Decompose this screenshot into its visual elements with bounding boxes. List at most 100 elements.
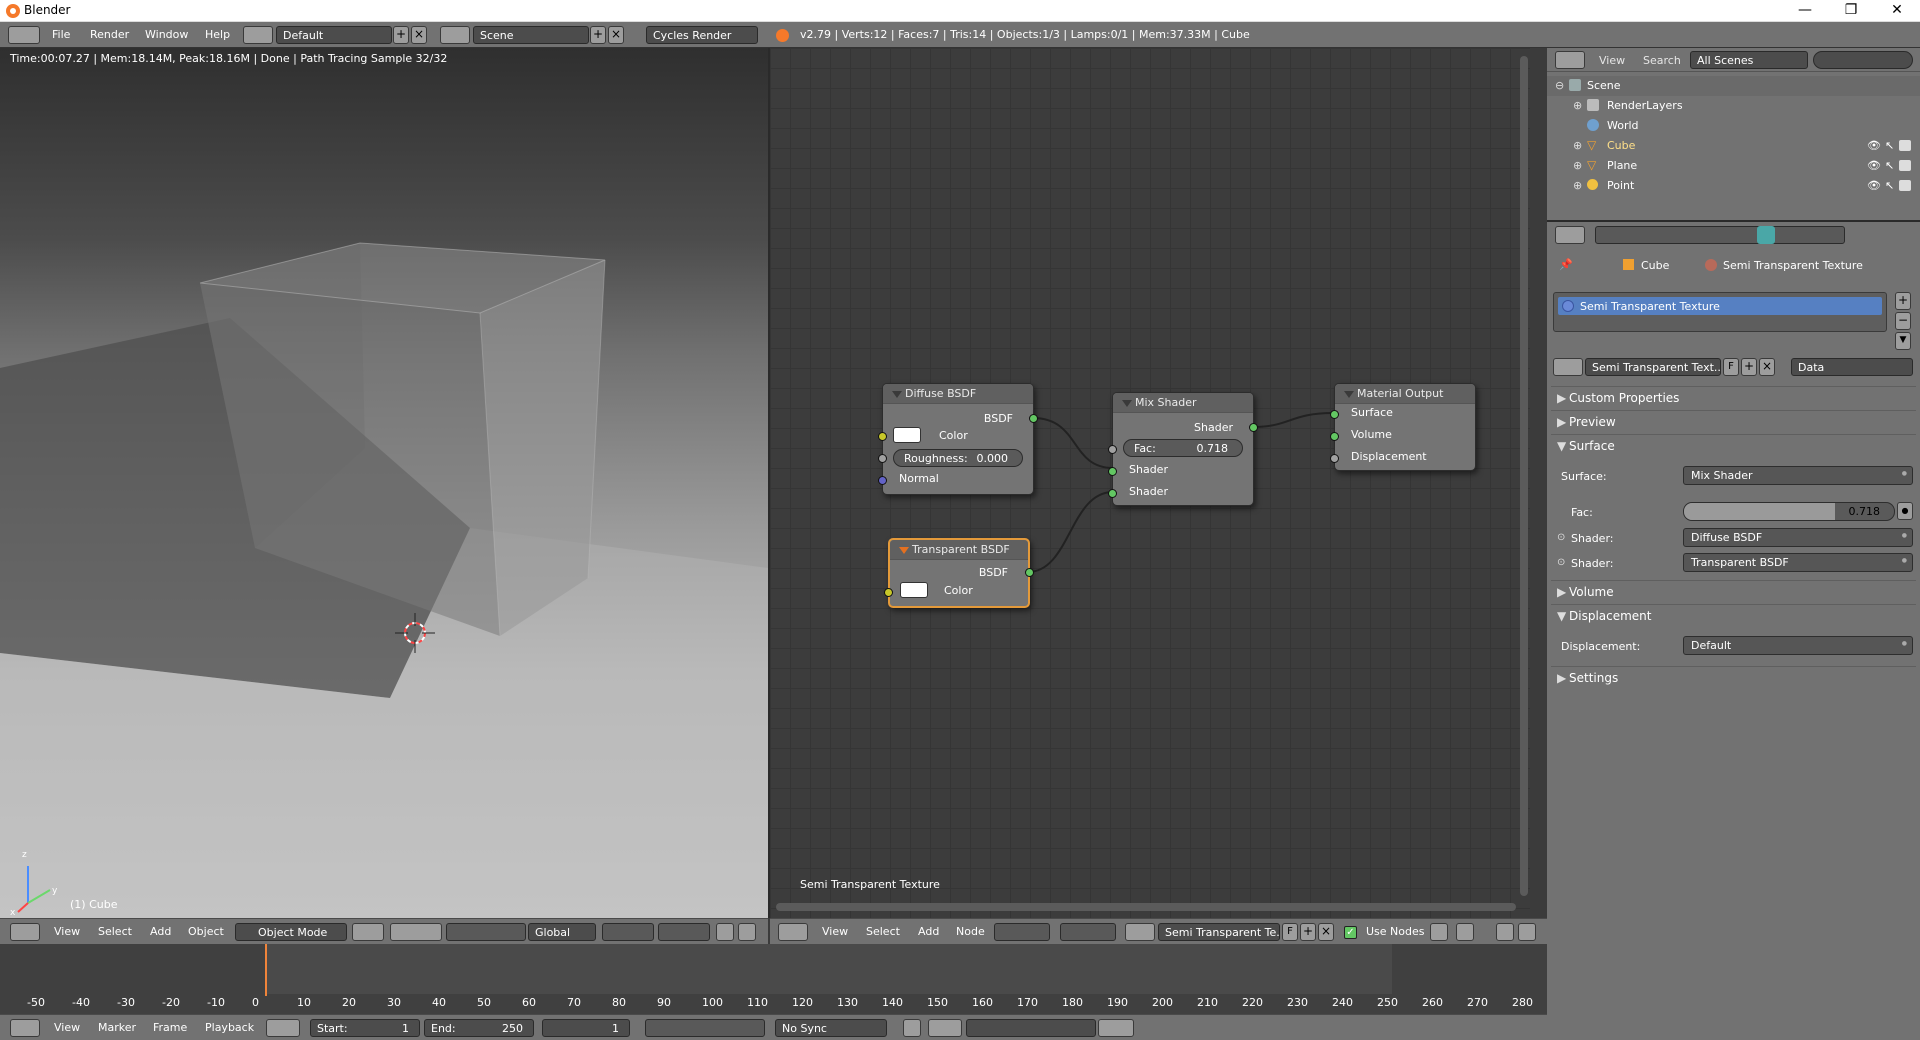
preview-range-icons[interactable] [266,1019,300,1037]
timeline[interactable]: -50 -40 -30 -20 -10 0 10 20 30 40 50 60 70 80 90 100 110… [0,944,1547,1014]
add-slot-button[interactable]: + [1895,292,1911,310]
snap-icon[interactable] [1430,923,1448,941]
layers-grid-2[interactable] [658,923,710,941]
node-output-displacement-socket[interactable] [1330,454,1339,463]
menu-window[interactable]: Window [145,28,188,41]
node-editor-v-scrollbar[interactable] [1520,56,1528,896]
node-diffuse-normal-socket[interactable] [878,476,887,485]
editor-type-info-icon[interactable] [8,26,40,44]
outliner-search-field[interactable] [1813,51,1913,69]
visibility-eye-icon[interactable]: 👁 [1867,179,1881,192]
expand-icon[interactable]: ⊕ [1573,159,1582,172]
node-mix-shader[interactable]: Mix Shader Shader Fac: 0.718 Shader Shad… [1108,392,1258,506]
properties-fake-user-button[interactable]: F [1723,358,1739,376]
node-mix-shader-output-socket[interactable] [1249,423,1258,432]
outliner-menu-search[interactable]: Search [1643,54,1681,67]
node-diffuse-color-swatch[interactable] [893,427,921,443]
viewport-menu-object[interactable]: Object [188,925,224,938]
render-copy-icon[interactable] [1518,923,1536,941]
node-mix-shader1-socket[interactable] [1108,467,1117,476]
outliner-item-renderlayers[interactable]: ⊕ RenderLayers [1547,96,1920,116]
outliner-item-plane[interactable]: ⊕ ▽ Plane 👁 ↖ [1547,156,1920,176]
menu-file[interactable]: File [52,28,70,41]
panel-surface[interactable]: ▼ Surface [1551,434,1916,456]
selectable-cursor-icon[interactable]: ↖ [1885,159,1894,172]
panel-displacement[interactable]: ▼ Displacement [1551,604,1916,626]
insert-keyframe-icons[interactable] [1098,1019,1134,1037]
node-transparent-bsdf[interactable]: Transparent BSDF BSDF Color [884,538,1034,608]
outliner-item-scene[interactable]: ⊖ Scene [1547,76,1920,96]
3d-viewport[interactable]: Time:00:07.27 | Mem:18.14M, Peak:18.16M … [0,48,768,918]
expand-icon[interactable]: ⊕ [1573,99,1582,112]
render-preview-icon[interactable] [738,923,756,941]
selectable-cursor-icon[interactable]: ↖ [1885,179,1894,192]
shader-source-icons[interactable] [1060,923,1116,941]
expand-icon[interactable]: ⊕ [1573,139,1582,152]
fac-link-button[interactable]: ● [1897,502,1913,520]
outliner-display-mode-select[interactable]: All Scenes [1690,51,1808,69]
node-editor-h-scrollbar[interactable] [776,903,1516,911]
sync-mode-select[interactable]: No Sync [775,1019,887,1037]
properties-material-field[interactable]: Semi Transparent Text... [1585,358,1721,376]
pivot-point-icon[interactable] [390,923,442,941]
displacement-select[interactable]: Default [1683,636,1913,655]
material-browse-icon[interactable] [1553,358,1583,376]
timeline-menu-playback[interactable]: Playback [205,1021,254,1034]
remove-slot-button[interactable]: − [1895,312,1911,330]
visibility-eye-icon[interactable]: 👁 [1867,139,1881,152]
editor-type-3dview-icon[interactable] [10,923,40,941]
keying-set-field[interactable] [966,1019,1096,1037]
scene-icon[interactable] [440,26,470,44]
node-diffuse-header[interactable]: Diffuse BSDF [883,384,1033,404]
slot-menu-button[interactable]: ▼ [1895,332,1911,350]
record-icon[interactable] [903,1019,921,1037]
material-tab-icon[interactable] [1757,226,1775,244]
shading-mode-icon[interactable] [352,923,384,941]
node-fake-user-button[interactable]: F [1282,923,1298,941]
menu-help[interactable]: Help [205,28,230,41]
node-menu-select[interactable]: Select [866,925,900,938]
playhead-marker[interactable] [264,944,267,996]
editor-type-properties-icon[interactable] [1555,226,1585,244]
editor-type-outliner-icon[interactable] [1555,51,1585,69]
node-mix-header[interactable]: Mix Shader [1113,393,1253,413]
panel-settings[interactable]: ▶ Settings [1551,666,1916,688]
timeline-menu-view[interactable]: View [54,1021,80,1034]
node-diffuse-bsdf-socket[interactable] [1029,414,1038,423]
add-screen-button[interactable]: + [393,26,409,44]
panel-preview[interactable]: ▶ Preview [1551,410,1916,432]
node-transparent-bsdf-socket[interactable] [1025,568,1034,577]
node-transparent-color-swatch[interactable] [900,582,928,598]
timeline-menu-frame[interactable]: Frame [153,1021,187,1034]
use-nodes-checkbox[interactable]: ✓ [1344,926,1357,939]
editor-type-node-icon[interactable] [778,923,808,941]
node-new-material-button[interactable]: + [1300,923,1316,941]
current-frame-field[interactable]: 1 [542,1019,630,1037]
node-mix-shader2-socket[interactable] [1108,489,1117,498]
maximize-button[interactable]: ❐ [1828,0,1874,22]
minimize-button[interactable]: — [1782,0,1828,22]
snap-node-icon[interactable] [1456,923,1474,941]
outliner-item-world[interactable]: World [1547,116,1920,136]
selectable-cursor-icon[interactable]: ↖ [1885,139,1894,152]
remove-screen-button[interactable]: × [411,26,427,44]
viewport-menu-select[interactable]: Select [98,925,132,938]
close-button[interactable]: ✕ [1874,0,1920,22]
outliner-menu-view[interactable]: View [1599,54,1625,67]
expand-icon[interactable]: ⊕ [1573,179,1582,192]
properties-new-material-button[interactable]: + [1741,358,1757,376]
node-menu-view[interactable]: View [822,925,848,938]
node-material-field[interactable]: Semi Transparent Te... [1158,923,1280,941]
scene-field[interactable]: Scene [473,26,589,44]
editor-type-timeline-icon[interactable] [10,1019,40,1037]
outliner-item-cube[interactable]: ⊕ ▽ Cube 👁 ↖ [1547,136,1920,156]
node-diffuse-roughness-field[interactable]: Roughness: 0.000 [893,449,1023,467]
node-output-header[interactable]: Material Output [1335,384,1475,404]
viewport-menu-view[interactable]: View [54,925,80,938]
outliner[interactable]: View Search All Scenes ⊖ Scene ⊕ RenderL… [1547,48,1920,220]
shader1-select[interactable]: Diffuse BSDF [1683,528,1913,547]
shader-type-icons[interactable] [994,923,1050,941]
screen-layout-icon[interactable] [243,26,273,44]
end-frame-field[interactable]: End: 250 [424,1019,534,1037]
fac-slider[interactable]: 0.718 [1683,502,1895,521]
